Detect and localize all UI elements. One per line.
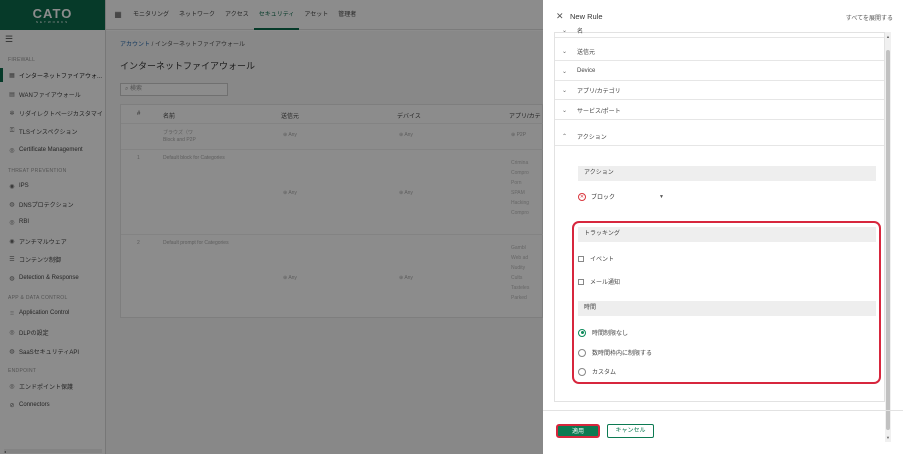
modal-backdrop[interactable] — [0, 0, 543, 454]
chevron-down-icon: ⌄ — [562, 48, 568, 55]
panel-footer: 適用 キャンセル — [543, 410, 903, 454]
accordion-services-ports[interactable]: ⌄ サービス/ポート — [555, 101, 884, 120]
chevron-down-icon: ⌄ — [562, 87, 568, 94]
dropdown-caret-icon[interactable]: ▼ — [659, 194, 664, 200]
apply-button[interactable]: 適用 — [556, 424, 600, 438]
panel-title: New Rule — [570, 12, 603, 21]
tracking-time-highlight — [572, 221, 881, 384]
chevron-down-icon: ⌄ — [562, 28, 568, 34]
cancel-button[interactable]: キャンセル — [607, 424, 654, 438]
scrollbar-thumb[interactable] — [886, 50, 890, 430]
accordion-action[interactable]: ⌃ アクション — [555, 127, 884, 146]
accordion-label: アプリ/カテゴリ — [577, 88, 621, 95]
accordion-label: アクション — [577, 134, 607, 141]
chevron-down-icon: ⌄ — [562, 107, 568, 114]
close-icon[interactable]: ✕ — [556, 11, 564, 22]
accordion-label: サービス/ポート — [577, 108, 621, 115]
scroll-up-arrow-icon[interactable]: ▲ — [885, 34, 891, 39]
action-select[interactable]: ✕ ブロック — [578, 192, 615, 201]
accordion-name[interactable]: ⌄ 名 — [555, 24, 884, 38]
action-section-header: アクション — [578, 166, 876, 181]
block-icon: ✕ — [578, 192, 586, 201]
expand-all-link[interactable]: すべてを展開する — [846, 13, 893, 22]
chevron-down-icon: ⌄ — [562, 68, 568, 75]
panel-scrollbar[interactable]: ▲ ▼ — [885, 32, 891, 442]
action-select-value: ブロック — [591, 195, 616, 201]
accordion-apps-categories[interactable]: ⌄ アプリ/カテゴリ — [555, 81, 884, 100]
accordion-label: 送信元 — [577, 49, 596, 56]
accordion-label: 名 — [577, 29, 584, 35]
new-rule-panel: ✕ New Rule すべてを展開する ⌄ 名 ⌄ 送信元 ⌄ Device ⌄… — [543, 0, 903, 454]
chevron-up-icon: ⌃ — [562, 133, 568, 140]
panel-body: ⌄ 名 ⌄ 送信元 ⌄ Device ⌄ アプリ/カテゴリ ⌄ サービス/ポート… — [554, 28, 885, 402]
accordion-label: Device — [577, 68, 596, 74]
accordion-source[interactable]: ⌄ 送信元 — [555, 42, 884, 61]
accordion-device[interactable]: ⌄ Device — [555, 62, 884, 81]
